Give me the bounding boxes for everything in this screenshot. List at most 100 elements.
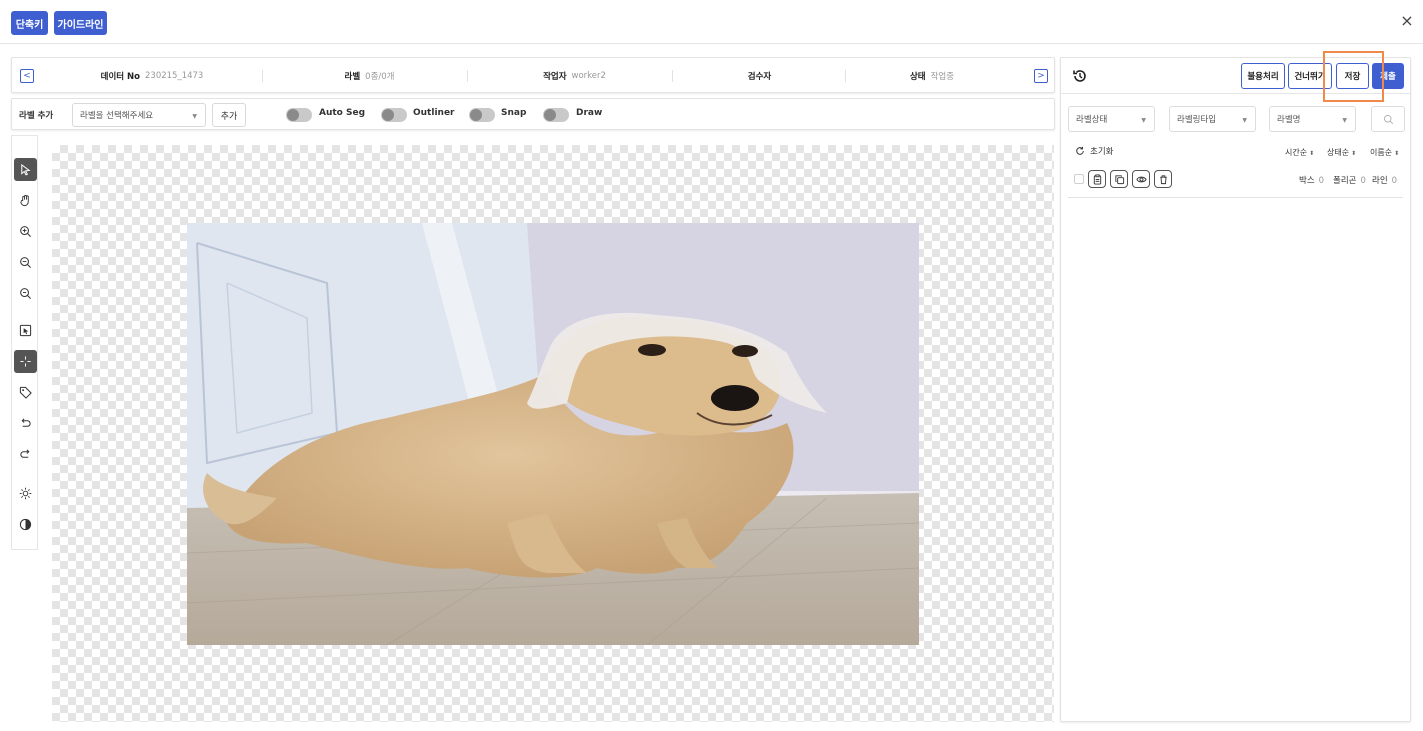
refresh-icon — [1076, 146, 1084, 155]
divider — [845, 70, 846, 82]
status: 상태 작업중 — [852, 58, 1012, 94]
status-value: 작업중 — [930, 72, 955, 82]
outliner-label: Outliner — [413, 108, 455, 118]
auto-seg-label: Auto Seg — [319, 108, 366, 118]
reset-label: 초기화 — [1090, 147, 1114, 157]
divider — [672, 70, 673, 82]
add-label-title: 라벨 추가 — [19, 111, 54, 121]
label-toolbar: 라벨 추가 라벨을 선택해주세요 ▼ 추가 Auto Seg Outliner … — [11, 98, 1055, 130]
search-icon — [1383, 114, 1393, 124]
history-icon[interactable] — [1071, 67, 1089, 85]
add-label-button[interactable]: 추가 — [212, 103, 246, 127]
worker-label: 작업자 — [543, 72, 567, 82]
sort-by-status-label: 상태순 — [1327, 148, 1350, 157]
line-count-label: 라인 — [1372, 176, 1388, 186]
highlight-box — [1323, 51, 1384, 102]
tag-icon[interactable] — [14, 381, 37, 404]
label-count-label: 라벨 — [344, 72, 361, 82]
guideline-button[interactable]: 가이드라인 — [54, 11, 107, 35]
hand-icon[interactable] — [14, 189, 37, 212]
snap-label: Snap — [501, 108, 527, 118]
clipboard-icon[interactable] — [1088, 170, 1106, 188]
worker: 작업자 worker2 — [477, 58, 672, 94]
zoom-out-icon[interactable] — [14, 251, 37, 274]
data-no: 데이터 No 230215_1473 — [52, 58, 252, 94]
sort-by-name[interactable]: 이름순 ⬍ — [1370, 147, 1399, 158]
chevron-down-icon: ▼ — [192, 113, 197, 120]
brightness-icon[interactable] — [14, 482, 37, 505]
toggle-knob — [544, 109, 556, 121]
label-count-value: 0종/0개 — [365, 72, 395, 82]
labeling-type-filter[interactable]: 라벨링타입 ▼ — [1169, 106, 1256, 132]
toggle-knob — [287, 109, 299, 121]
divider — [467, 70, 468, 82]
undo-icon[interactable] — [14, 412, 37, 435]
polygon-count: 폴리곤 0 — [1333, 174, 1366, 186]
select-arrow-icon[interactable] — [14, 158, 37, 181]
copy-icon[interactable] — [1110, 170, 1128, 188]
sort-by-time-label: 시간순 — [1285, 148, 1308, 157]
next-data-button[interactable]: > — [1034, 69, 1048, 83]
crosshair-icon[interactable] — [14, 350, 37, 373]
sort-by-status[interactable]: 상태순 ⬍ — [1327, 147, 1356, 158]
chevron-down-icon: ▼ — [1342, 117, 1347, 124]
select-all-checkbox[interactable] — [1074, 174, 1084, 184]
search-button[interactable] — [1371, 106, 1405, 132]
draw-toggle[interactable] — [543, 108, 569, 122]
top-bar: 단축키 가이드라인 × — [0, 0, 1423, 44]
reset-button[interactable]: 초기화 — [1075, 145, 1113, 157]
label-status-filter[interactable]: 라벨상태 ▼ — [1068, 106, 1155, 132]
chevron-down-icon: ▼ — [1141, 117, 1146, 124]
sort-arrows-icon: ⬍ — [1394, 150, 1400, 157]
label-status-filter-text: 라벨상태 — [1076, 115, 1108, 125]
box-select-icon[interactable] — [14, 319, 37, 342]
label-select-placeholder: 라벨을 선택해주세요 — [80, 111, 154, 121]
divider — [262, 70, 263, 82]
data-no-label: 데이터 No — [100, 72, 141, 82]
close-icon[interactable]: × — [1399, 13, 1415, 29]
auto-seg-toggle[interactable] — [286, 108, 312, 122]
canvas-image — [187, 223, 919, 645]
sort-arrows-icon: ⬍ — [1351, 150, 1357, 157]
box-count: 박스 0 — [1299, 174, 1324, 186]
box-count-label: 박스 — [1299, 176, 1315, 186]
prev-data-button[interactable]: < — [20, 69, 34, 83]
tool-panel — [11, 135, 38, 550]
eye-icon[interactable] — [1132, 170, 1150, 188]
polygon-count-value: 0 — [1360, 176, 1366, 186]
trash-icon[interactable] — [1154, 170, 1172, 188]
sort-by-time[interactable]: 시간순 ⬍ — [1285, 147, 1314, 158]
draw-label: Draw — [576, 108, 603, 118]
shortcut-button[interactable]: 단축키 — [11, 11, 48, 35]
reviewer: 검수자 — [682, 58, 842, 94]
zoom-in-icon[interactable] — [14, 220, 37, 243]
line-count-value: 0 — [1391, 176, 1398, 186]
line-count: 라인 0 — [1372, 174, 1397, 186]
info-bar: < 데이터 No 230215_1473 라벨 0종/0개 작업자 worker… — [11, 57, 1055, 93]
toggle-knob — [470, 109, 482, 121]
label-count: 라벨 0종/0개 — [272, 58, 467, 94]
redo-icon[interactable] — [14, 443, 37, 466]
snap-toggle[interactable] — [469, 108, 495, 122]
contrast-icon[interactable] — [14, 513, 37, 536]
toggle-knob — [382, 109, 394, 121]
reviewer-label: 검수자 — [747, 72, 772, 82]
box-count-value: 0 — [1318, 176, 1325, 186]
reject-button[interactable]: 불용처리 — [1241, 63, 1285, 89]
sort-by-name-label: 이름순 — [1370, 148, 1393, 157]
chevron-down-icon: ▼ — [1242, 117, 1247, 124]
divider — [1068, 197, 1403, 198]
zoom-fit-icon[interactable] — [14, 282, 37, 305]
label-name-filter-text: 라벨명 — [1277, 115, 1301, 125]
label-list-panel: 불용처리 건너뛰기 저장 제출 라벨상태 ▼ 라벨링타입 ▼ 라벨명 ▼ 초기화… — [1060, 51, 1411, 722]
panel-header: 불용처리 건너뛰기 저장 제출 — [1061, 51, 1410, 102]
worker-value: worker2 — [571, 71, 606, 81]
outliner-toggle[interactable] — [381, 108, 407, 122]
status-label: 상태 — [909, 72, 926, 82]
label-select[interactable]: 라벨을 선택해주세요 ▼ — [72, 103, 206, 127]
data-no-value: 230215_1473 — [145, 71, 204, 81]
sort-arrows-icon: ⬍ — [1309, 150, 1315, 157]
labeling-type-filter-text: 라벨링타입 — [1177, 115, 1217, 125]
polygon-count-label: 폴리곤 — [1333, 176, 1357, 186]
label-name-filter[interactable]: 라벨명 ▼ — [1269, 106, 1356, 132]
